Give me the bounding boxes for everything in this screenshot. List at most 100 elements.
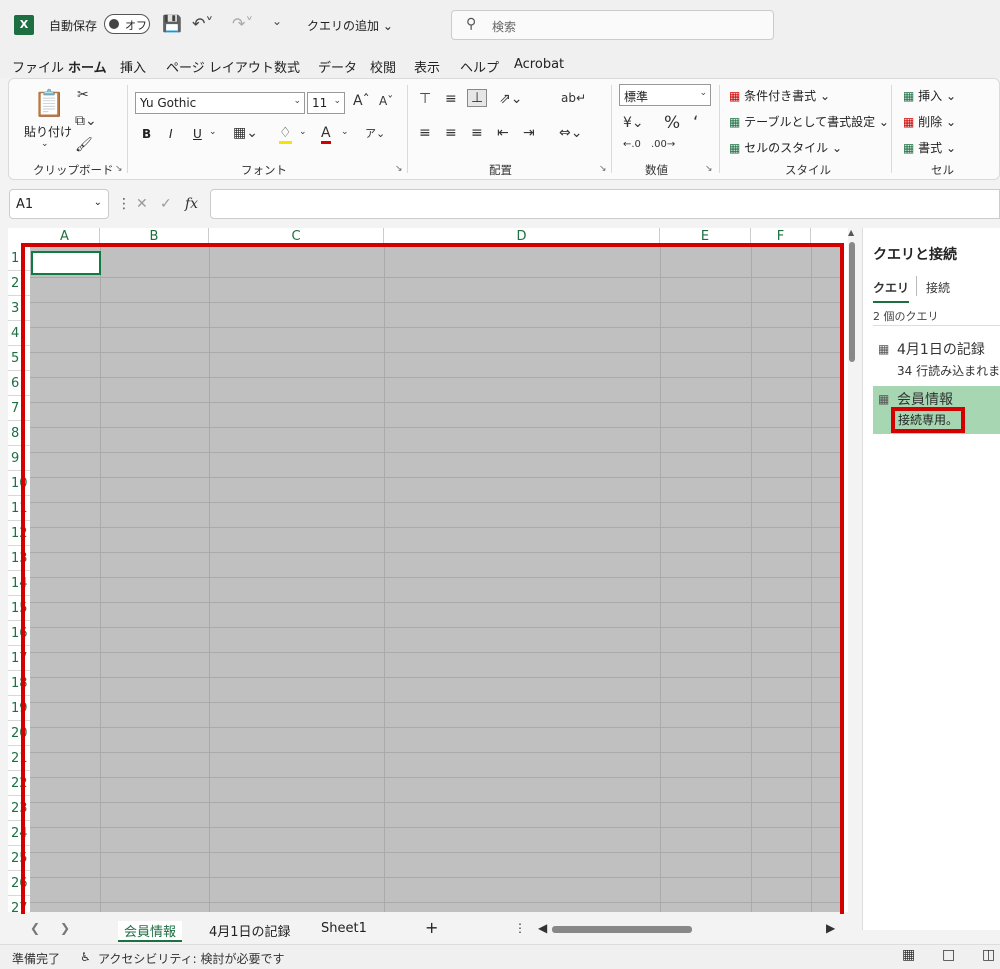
phonetic-icon[interactable]: ア⌄: [365, 125, 385, 141]
vertical-scrollbar[interactable]: ▲: [848, 228, 856, 912]
clipboard-launcher-icon[interactable]: ↘: [115, 164, 123, 174]
tab-data[interactable]: データ: [318, 57, 357, 76]
decrease-decimal-icon[interactable]: .00→: [651, 139, 675, 150]
delete-cells-button[interactable]: ▦ 削除 ⌄: [903, 113, 956, 130]
font-size-select[interactable]: 11 ⌄: [307, 92, 345, 114]
column-header-a[interactable]: A: [30, 228, 100, 246]
worksheet-grid[interactable]: A B C D E F 1 2 3 4 5 6 7 8 9 10 11 12 13 14 15 16 17 18 1…: [8, 228, 856, 912]
align-left-icon[interactable]: ≡: [419, 125, 431, 141]
redo-icon[interactable]: ↷˅: [232, 14, 253, 33]
tab-acrobat[interactable]: Acrobat: [514, 57, 564, 72]
prev-sheet-icon[interactable]: ❮: [30, 921, 40, 935]
font-name-select[interactable]: Yu Gothic ⌄: [135, 92, 305, 114]
row-header[interactable]: 26: [8, 871, 30, 896]
name-box[interactable]: A1 ⌄: [9, 189, 109, 219]
row-header[interactable]: 27: [8, 896, 30, 912]
scroll-left-icon[interactable]: ◀: [538, 921, 547, 935]
row-header[interactable]: 24: [8, 821, 30, 846]
page-layout-view-icon[interactable]: □: [942, 947, 955, 963]
column-header-b[interactable]: B: [100, 228, 209, 246]
align-bottom-icon[interactable]: ⊥: [467, 89, 488, 107]
row-header[interactable]: 14: [8, 571, 30, 596]
row-header[interactable]: 9: [8, 446, 30, 471]
increase-font-icon[interactable]: Aˆ: [353, 93, 370, 109]
horizontal-scroll-thumb[interactable]: [552, 926, 692, 933]
autosave-toggle[interactable]: オフ: [104, 14, 150, 34]
row-header[interactable]: 12: [8, 521, 30, 546]
column-header-e[interactable]: E: [660, 228, 751, 246]
tab-view[interactable]: 表示: [414, 57, 440, 76]
tab-home[interactable]: ホーム: [68, 57, 107, 81]
number-format-select[interactable]: 標準 ⌄: [619, 84, 711, 106]
row-header[interactable]: 6: [8, 371, 30, 396]
italic-button[interactable]: I: [169, 127, 173, 141]
next-sheet-icon[interactable]: ❯: [60, 921, 70, 935]
save-icon[interactable]: 💾: [162, 14, 182, 33]
document-title[interactable]: クエリの追加 ⌄: [307, 17, 393, 34]
tab-review[interactable]: 校閲: [370, 57, 396, 76]
format-as-table-button[interactable]: ▦ テーブルとして書式設定 ⌄: [729, 113, 889, 130]
accessibility-status[interactable]: アクセシビリティ: 検討が必要です: [98, 950, 285, 967]
more-options-icon[interactable]: ⋮: [117, 196, 131, 212]
horizontal-scrollbar[interactable]: [548, 924, 828, 934]
font-color-icon[interactable]: A: [321, 125, 331, 144]
underline-dropdown-icon[interactable]: ⌄: [209, 127, 217, 137]
row-header[interactable]: 8: [8, 421, 30, 446]
page-break-view-icon[interactable]: ◫: [982, 947, 995, 963]
fill-dropdown-icon[interactable]: ⌄: [299, 127, 307, 137]
increase-decimal-icon[interactable]: ←.0: [623, 139, 641, 150]
sheet-tab-members[interactable]: 会員情報: [118, 921, 183, 942]
font-color-dropdown-icon[interactable]: ⌄: [341, 127, 349, 137]
row-header[interactable]: 1: [8, 246, 30, 271]
row-header[interactable]: 21: [8, 746, 30, 771]
alignment-launcher-icon[interactable]: ↘: [599, 164, 607, 174]
tab-file[interactable]: ファイル: [12, 57, 64, 76]
insert-function-icon[interactable]: fx: [185, 196, 198, 212]
tab-formulas[interactable]: 数式: [274, 57, 300, 76]
format-cells-button[interactable]: ▦ 書式 ⌄: [903, 139, 956, 156]
row-header[interactable]: 17: [8, 646, 30, 671]
row-header[interactable]: 18: [8, 671, 30, 696]
decrease-font-icon[interactable]: Aˇ: [379, 94, 393, 108]
query-item-members[interactable]: ▦ 会員情報 接続専用。: [873, 386, 1000, 434]
copy-icon[interactable]: ⧉⌄: [75, 113, 97, 129]
orientation-icon[interactable]: ⇗⌄: [499, 91, 522, 107]
sheet-tab-sheet1[interactable]: Sheet1: [321, 921, 367, 936]
cancel-entry-icon[interactable]: ✕: [136, 196, 148, 212]
decrease-indent-icon[interactable]: ⇤: [497, 125, 509, 141]
row-header[interactable]: 22: [8, 771, 30, 796]
row-header[interactable]: 4: [8, 321, 30, 346]
insert-cells-button[interactable]: ▦ 挿入 ⌄: [903, 87, 956, 104]
align-middle-icon[interactable]: ≡: [445, 91, 457, 107]
format-painter-icon[interactable]: 🖌: [75, 137, 93, 153]
tab-queries[interactable]: クエリ: [873, 279, 910, 303]
bold-button[interactable]: B: [142, 127, 151, 141]
column-header-c[interactable]: C: [209, 228, 384, 246]
cell-area[interactable]: [30, 246, 840, 912]
row-header[interactable]: 15: [8, 596, 30, 621]
paste-dropdown-icon[interactable]: ⌄: [41, 139, 49, 149]
wrap-text-icon[interactable]: ab↵: [561, 91, 586, 105]
row-header[interactable]: 2: [8, 271, 30, 296]
confirm-entry-icon[interactable]: ✓: [160, 196, 172, 212]
customize-qat-icon[interactable]: ⌄: [272, 14, 282, 28]
sheet-options-icon[interactable]: ⋮: [514, 921, 526, 935]
add-sheet-button[interactable]: +: [425, 918, 438, 937]
row-header[interactable]: 13: [8, 546, 30, 571]
row-header[interactable]: 23: [8, 796, 30, 821]
percent-icon[interactable]: %: [664, 113, 680, 133]
row-header[interactable]: 20: [8, 721, 30, 746]
tab-help[interactable]: ヘルプ: [460, 57, 499, 76]
tab-connections[interactable]: 接続: [926, 279, 950, 296]
tab-insert[interactable]: 挿入: [120, 57, 146, 76]
cell-styles-button[interactable]: ▦ セルのスタイル ⌄: [729, 139, 842, 156]
row-header[interactable]: 25: [8, 846, 30, 871]
row-header[interactable]: 11: [8, 496, 30, 521]
vertical-scroll-thumb[interactable]: [849, 242, 855, 362]
cut-icon[interactable]: ✂: [77, 87, 89, 103]
row-header[interactable]: 5: [8, 346, 30, 371]
merge-center-icon[interactable]: ⇔⌄: [559, 125, 582, 141]
row-header[interactable]: 19: [8, 696, 30, 721]
align-right-icon[interactable]: ≡: [471, 125, 483, 141]
fill-color-icon[interactable]: ♢: [279, 125, 292, 144]
